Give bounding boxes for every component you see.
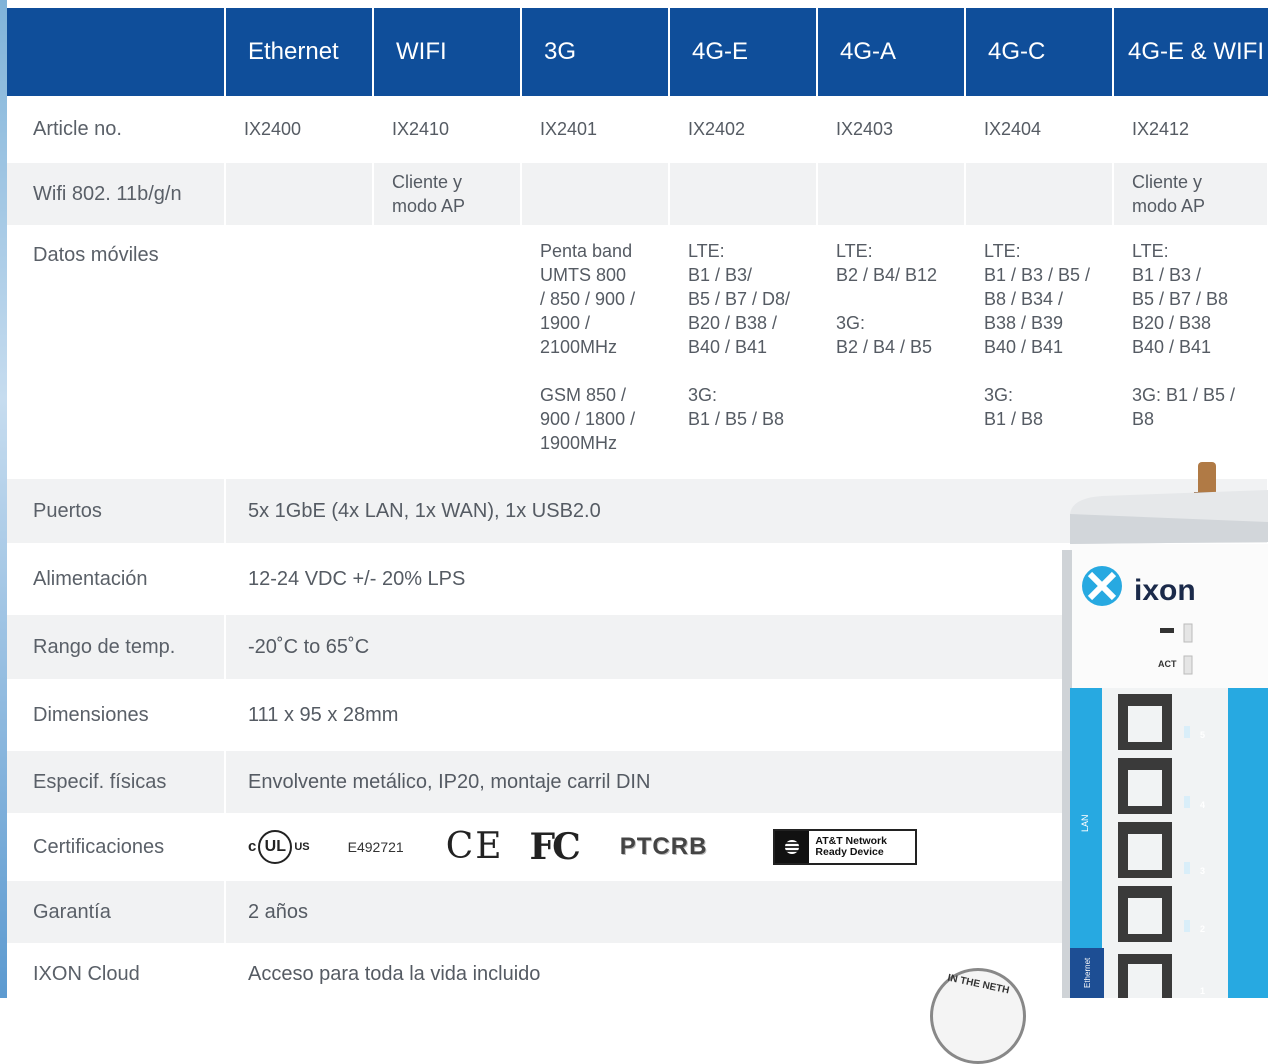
router-device-illustration: ixon ACT LAN Ethernet 5 4 3 2 1	[1062, 462, 1268, 998]
led-act-label: ACT	[1158, 659, 1177, 669]
row-label: Alimentación	[7, 544, 226, 615]
header-3g: 3G	[521, 8, 670, 96]
made-in-badge: IN THE NETH	[930, 968, 1026, 1064]
row-label: Wifi 802. 11b/g/n	[7, 162, 226, 227]
ul-file-number: E492721	[347, 839, 404, 855]
row-label: Article no.	[7, 96, 226, 163]
port-number: 3	[1200, 866, 1205, 876]
header-4g-c: 4G-C	[965, 8, 1114, 96]
row-label: Especif. físicas	[7, 750, 226, 815]
wifi-cell	[817, 162, 966, 227]
header-4g-a: 4G-A	[817, 8, 966, 96]
header-ethernet: Ethernet	[225, 8, 374, 96]
row-label: Certificaciones	[7, 814, 226, 881]
wifi-cell	[225, 162, 374, 227]
lan-label: LAN	[1080, 814, 1090, 832]
wan-label: Ethernet	[1083, 957, 1092, 988]
article-cell: IX2403	[817, 96, 966, 163]
mobile-cell: LTE: B1 / B3 / B5 / B8 / B34 / B38 / B39…	[965, 226, 1114, 479]
row-label: IXON Cloud	[7, 944, 226, 1005]
port-number: 2	[1200, 924, 1205, 934]
article-cell: IX2410	[373, 96, 522, 163]
row-label: Rango de temp.	[7, 614, 226, 681]
row-label: Puertos	[7, 478, 226, 545]
att-ready-logo: AT&T Network Ready Device	[773, 829, 918, 865]
header-4g-e-wifi: 4G-E & WIFI	[1113, 8, 1268, 96]
port-number: 4	[1200, 800, 1205, 810]
header-4g-e: 4G-E	[669, 8, 818, 96]
article-cell: IX2400	[225, 96, 374, 163]
mobile-cell	[225, 226, 374, 479]
ptcrb-logo: PTCRB	[619, 833, 708, 860]
article-cell: IX2404	[965, 96, 1114, 163]
article-cell: IX2402	[669, 96, 818, 163]
header-wifi: WIFI	[373, 8, 522, 96]
row-mobile: Datos móviles Penta band UMTS 800 / 850 …	[7, 226, 1268, 479]
header-corner	[7, 8, 226, 96]
spec-sheet: Ethernet WIFI 3G 4G-E 4G-A 4G-C 4G-E & W…	[0, 0, 1268, 1064]
fcc-logo: FC	[529, 826, 581, 868]
mobile-cell: LTE: B2 / B4/ B12 3G: B2 / B4 / B5	[817, 226, 966, 479]
row-label: Garantía	[7, 880, 226, 945]
ul-mark: UL	[258, 830, 293, 864]
signal-icon	[1160, 628, 1174, 633]
ul-listed-logo: c UL US	[248, 830, 310, 864]
wifi-cell: Cliente y modo AP	[1113, 162, 1268, 227]
row-label: Dimensiones	[7, 680, 226, 751]
row-label: Datos móviles	[7, 226, 226, 479]
att-globe-icon	[775, 831, 810, 863]
badge-text: IN THE NETH	[946, 972, 1011, 997]
port-number: 5	[1200, 730, 1205, 740]
wifi-cell	[521, 162, 670, 227]
ul-us: US	[294, 841, 310, 853]
mobile-cell: Penta band UMTS 800 / 850 / 900 / 1900 /…	[521, 226, 670, 479]
antenna-connector	[1198, 462, 1216, 496]
ul-c: c	[248, 838, 257, 855]
header-row: Ethernet WIFI 3G 4G-E 4G-A 4G-C 4G-E & W…	[7, 8, 1268, 96]
ixon-logo-icon	[1082, 566, 1122, 606]
row-wifi: Wifi 802. 11b/g/n Cliente y modo AP Clie…	[7, 162, 1268, 227]
article-cell: IX2401	[521, 96, 670, 163]
wifi-cell	[669, 162, 818, 227]
row-article: Article no. IX2400 IX2410 IX2401 IX2402 …	[7, 96, 1268, 163]
wifi-cell	[965, 162, 1114, 227]
ce-logo: CE	[445, 826, 504, 867]
article-cell: IX2412	[1113, 96, 1268, 163]
mobile-cell	[373, 226, 522, 479]
mobile-cell: LTE: B1 / B3/ B5 / B7 / D8/ B20 / B38 / …	[669, 226, 818, 479]
port-number: 1	[1200, 986, 1205, 996]
att-line2: Ready Device	[815, 846, 884, 858]
device-brand: ixon	[1134, 574, 1196, 607]
left-accent-bar	[0, 0, 7, 998]
wifi-cell: Cliente y modo AP	[373, 162, 522, 227]
mobile-cell: LTE: B1 / B3 / B5 / B7 / B8 B20 / B38 B4…	[1113, 226, 1268, 479]
